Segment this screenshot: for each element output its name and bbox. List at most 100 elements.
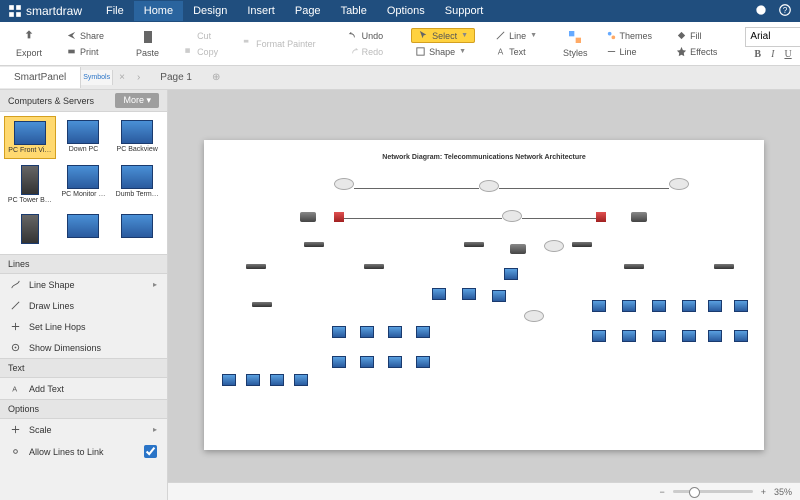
node-cloud[interactable] — [479, 180, 499, 192]
line-style-button[interactable]: Line — [602, 44, 657, 59]
draw-lines-button[interactable]: Draw Lines — [0, 295, 167, 316]
node-pc[interactable] — [416, 356, 430, 368]
node-pc[interactable] — [652, 330, 666, 342]
tab-smartpanel[interactable]: SmartPanel — [0, 67, 81, 88]
symbol-extra[interactable] — [111, 210, 163, 250]
notifications-icon[interactable] — [754, 3, 768, 20]
allow-link-checkbox[interactable] — [144, 445, 157, 458]
node-firewall[interactable] — [334, 212, 344, 222]
more-symbols-button[interactable]: More ▾ — [115, 93, 159, 108]
node-pc[interactable] — [592, 330, 606, 342]
node-pc[interactable] — [734, 330, 748, 342]
set-line-hops-button[interactable]: Set Line Hops — [0, 316, 167, 337]
node-pc[interactable] — [504, 268, 518, 280]
node-pc[interactable] — [332, 356, 346, 368]
symbol-extra[interactable] — [4, 210, 56, 250]
node-pc[interactable] — [708, 300, 722, 312]
node-router[interactable] — [631, 212, 647, 222]
node-pc[interactable] — [360, 326, 374, 338]
node-cloud[interactable] — [524, 310, 544, 322]
menu-home[interactable]: Home — [134, 1, 183, 21]
node-switch[interactable] — [572, 242, 592, 247]
effects-button[interactable]: Effects — [672, 44, 721, 59]
format-painter-button[interactable]: Format Painter — [238, 36, 320, 51]
line-shape-button[interactable]: Line Shape▸ — [0, 274, 167, 295]
symbol-extra[interactable] — [58, 210, 110, 250]
node-pc[interactable] — [416, 326, 430, 338]
menu-file[interactable]: File — [96, 1, 134, 21]
node-pc[interactable] — [622, 330, 636, 342]
node-pc[interactable] — [622, 300, 636, 312]
menu-options[interactable]: Options — [377, 1, 435, 21]
node-pc[interactable] — [734, 300, 748, 312]
zoom-slider[interactable] — [673, 490, 753, 493]
node-router[interactable] — [510, 244, 526, 254]
menu-design[interactable]: Design — [183, 1, 237, 21]
node-pc[interactable] — [388, 326, 402, 338]
styles-button[interactable]: Styles — [559, 27, 592, 60]
symbol-pc-tower[interactable]: PC Tower B… — [4, 161, 56, 208]
node-router[interactable] — [300, 212, 316, 222]
node-switch[interactable] — [364, 264, 384, 269]
node-cloud[interactable] — [544, 240, 564, 252]
symbol-pc-backview[interactable]: PC Backview — [111, 116, 163, 159]
paste-button[interactable]: Paste — [132, 27, 163, 60]
node-pc[interactable] — [682, 300, 696, 312]
underline-button[interactable]: U — [781, 48, 794, 61]
node-pc[interactable] — [592, 300, 606, 312]
node-pc[interactable] — [294, 374, 308, 386]
cut-button[interactable]: Cut — [179, 28, 222, 43]
zoom-out-button[interactable]: − — [659, 487, 664, 497]
diagram-page[interactable]: Network Diagram: Telecommunications Netw… — [204, 140, 764, 450]
node-cloud[interactable] — [502, 210, 522, 222]
symbol-dumb-term[interactable]: Dumb Term… — [111, 161, 163, 208]
tab-symbols[interactable]: Symbols — [81, 70, 113, 85]
select-tool[interactable]: Select▼ — [411, 28, 475, 43]
shape-tool[interactable]: Shape▼ — [411, 44, 475, 59]
node-pc[interactable] — [682, 330, 696, 342]
symbol-pc-front[interactable]: PC Front Vi… — [4, 116, 56, 159]
scale-button[interactable]: Scale▸ — [0, 419, 167, 440]
bold-button[interactable]: B — [751, 48, 764, 61]
add-text-button[interactable]: AAdd Text — [0, 378, 167, 399]
node-switch[interactable] — [246, 264, 266, 269]
help-icon[interactable]: ? — [778, 3, 792, 20]
node-pc[interactable] — [432, 288, 446, 300]
symbol-category[interactable]: Computers & Servers — [8, 96, 94, 106]
symbol-down-pc[interactable]: Down PC — [58, 116, 110, 159]
menu-support[interactable]: Support — [435, 1, 494, 21]
text-tool[interactable]: AText — [491, 44, 541, 59]
print-button[interactable]: Print — [62, 44, 108, 59]
allow-lines-link-toggle[interactable]: Allow Lines to Link — [0, 440, 167, 463]
node-switch[interactable] — [252, 302, 272, 307]
node-pc[interactable] — [360, 356, 374, 368]
line-tool[interactable]: Line▼ — [491, 28, 541, 43]
node-pc[interactable] — [652, 300, 666, 312]
node-cloud[interactable] — [334, 178, 354, 190]
menu-insert[interactable]: Insert — [237, 1, 285, 21]
export-button[interactable]: Export — [12, 27, 46, 60]
node-pc[interactable] — [708, 330, 722, 342]
canvas-area[interactable]: Network Diagram: Telecommunications Netw… — [168, 90, 800, 500]
node-pc[interactable] — [246, 374, 260, 386]
node-switch[interactable] — [464, 242, 484, 247]
node-switch[interactable] — [714, 264, 734, 269]
menu-table[interactable]: Table — [331, 1, 377, 21]
zoom-in-button[interactable]: + — [761, 487, 766, 497]
copy-button[interactable]: Copy — [179, 44, 222, 59]
node-pc[interactable] — [388, 356, 402, 368]
node-switch[interactable] — [624, 264, 644, 269]
menu-page[interactable]: Page — [285, 1, 331, 21]
share-button[interactable]: Share — [62, 28, 108, 43]
close-tab-icon[interactable]: × — [113, 72, 131, 83]
font-family-input[interactable] — [745, 27, 800, 47]
node-firewall[interactable] — [596, 212, 606, 222]
next-tab-icon[interactable]: › — [131, 72, 146, 83]
show-dimensions-button[interactable]: Show Dimensions — [0, 337, 167, 358]
node-cloud[interactable] — [669, 178, 689, 190]
node-pc[interactable] — [492, 290, 506, 302]
fill-button[interactable]: Fill — [672, 28, 721, 43]
themes-button[interactable]: Themes — [602, 28, 657, 43]
add-page-icon[interactable]: ⊕ — [206, 72, 226, 83]
node-pc[interactable] — [462, 288, 476, 300]
